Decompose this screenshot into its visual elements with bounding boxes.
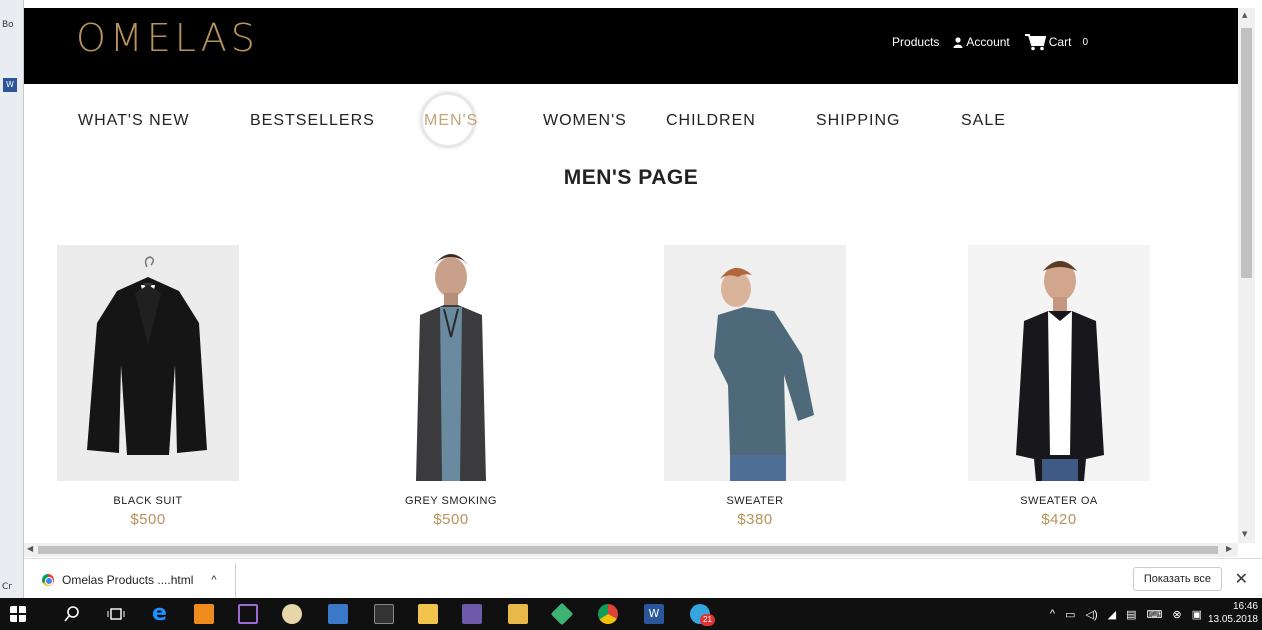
cart-link[interactable]: Cart 0 [1024, 33, 1088, 51]
archive-icon[interactable] [508, 604, 528, 624]
app-icon[interactable] [462, 604, 482, 624]
product-card[interactable]: GREY SMOKING $500 [360, 245, 542, 528]
word-icon[interactable]: W [644, 604, 664, 624]
product-price: $420 [1041, 511, 1077, 528]
product-name[interactable]: SWEATER OA [968, 495, 1150, 507]
scroll-up-arrow-icon[interactable]: ▲ [1242, 11, 1247, 19]
product-price: $500 [130, 511, 166, 528]
scroll-left-arrow-icon[interactable]: ◀ [27, 544, 33, 553]
clock-time: 16:46 [1232, 601, 1258, 612]
chrome-icon[interactable] [598, 604, 618, 624]
main-nav: WHAT'S NEW BESTSELLERS MEN'S WOMEN'S CHI… [24, 84, 1238, 160]
task-view-icon[interactable] [106, 604, 126, 624]
site-header: OMELAS Products Account Cart 0 [24, 8, 1238, 84]
product-image-black-suit[interactable] [57, 245, 239, 481]
site-logo[interactable]: OMELAS [76, 16, 259, 60]
word-document-icon[interactable]: W [3, 78, 17, 92]
python-icon[interactable] [328, 604, 348, 624]
edge-browser-icon[interactable]: e [152, 603, 172, 625]
desktop-text-fragment: Cr [2, 582, 12, 592]
screen: Bo W Cr OMELAS Products Account Cart 0 W… [0, 0, 1262, 630]
chevron-up-icon[interactable]: ^ [1050, 608, 1055, 620]
keyboard-icon[interactable]: ⌨ [1146, 608, 1162, 621]
eclipse-icon[interactable] [282, 604, 302, 624]
chrome-file-icon [42, 574, 54, 586]
account-label: Account [966, 35, 1010, 49]
sublime-text-icon[interactable] [194, 604, 214, 624]
scroll-down-arrow-icon[interactable]: ▼ [1242, 530, 1247, 538]
windows-start-icon[interactable] [10, 606, 26, 622]
product-image-sweater[interactable] [664, 245, 846, 481]
status-icon[interactable]: ⊗ [1172, 608, 1181, 621]
download-bar: Omelas Products ....html ^ Показать все … [24, 558, 1262, 598]
horizontal-scroll-thumb[interactable] [38, 546, 1218, 554]
network-icon[interactable]: ▭ [1065, 608, 1075, 621]
download-item[interactable]: Omelas Products ....html ^ [28, 563, 236, 597]
product-card[interactable]: SWEATER $380 [664, 245, 846, 528]
nav-bestsellers[interactable]: BESTSELLERS [250, 112, 375, 130]
product-card[interactable]: SWEATER OA $420 [968, 245, 1150, 528]
nav-whats-new[interactable]: WHAT'S NEW [78, 112, 189, 130]
telegram-badge: 21 [700, 614, 715, 626]
search-icon[interactable] [62, 604, 82, 624]
close-icon[interactable]: ✕ [1235, 569, 1248, 588]
download-file-name: Omelas Products ....html [62, 573, 194, 587]
product-image-grey-smoking[interactable] [360, 245, 542, 481]
product-name[interactable]: GREY SMOKING [360, 495, 542, 507]
product-name[interactable]: BLACK SUIT [57, 495, 239, 507]
nav-mens[interactable]: MEN'S [424, 112, 478, 130]
scroll-right-arrow-icon[interactable]: ▶ [1226, 544, 1232, 553]
cart-label: Cart [1048, 35, 1072, 49]
windows-taskbar: e W 21 ^ ▭ ◁) ◢ ▤ ⌨ ⊗ ▣ 16:46 13.05.2018 [0, 598, 1262, 630]
action-center-icon[interactable]: ▣ [1192, 608, 1202, 621]
notification-icon[interactable]: ▤ [1126, 608, 1136, 621]
product-card[interactable]: BLACK SUIT $500 [57, 245, 239, 528]
cart-count-badge: 0 [1082, 36, 1088, 48]
system-tray: ^ ▭ ◁) ◢ ▤ ⌨ ⊗ ▣ [1050, 598, 1202, 630]
volume-icon[interactable]: ◁) [1085, 608, 1097, 621]
wifi-icon[interactable]: ◢ [1108, 608, 1116, 621]
show-all-button[interactable]: Показать все [1132, 567, 1222, 591]
user-icon [953, 36, 963, 48]
product-name[interactable]: SWEATER [664, 495, 846, 507]
vertical-scroll-thumb[interactable] [1241, 28, 1252, 278]
page-title: MEN'S PAGE [563, 166, 699, 189]
nav-sale[interactable]: SALE [961, 112, 1006, 130]
header-links: Products Account Cart 0 [892, 8, 1088, 76]
terminal-icon[interactable] [374, 604, 394, 624]
chevron-up-icon[interactable]: ^ [211, 574, 216, 586]
products-link[interactable]: Products [892, 35, 939, 49]
product-price: $500 [433, 511, 469, 528]
product-price: $380 [737, 511, 773, 528]
nav-shipping[interactable]: SHIPPING [816, 112, 900, 130]
nav-children[interactable]: CHILDREN [666, 112, 756, 130]
account-link[interactable]: Account [953, 35, 1010, 49]
product-image-sweater-oa[interactable] [968, 245, 1150, 481]
clock-date: 13.05.2018 [1207, 614, 1258, 625]
git-icon[interactable] [550, 602, 574, 626]
vertical-scrollbar[interactable]: ▲ ▼ [1238, 8, 1255, 543]
cart-icon [1024, 34, 1046, 51]
products-label: Products [892, 35, 940, 49]
file-explorer-icon[interactable] [418, 604, 438, 624]
nav-womens[interactable]: WOMEN'S [543, 112, 627, 130]
telegram-icon[interactable]: 21 [690, 604, 715, 626]
desktop-text-fragment: Bo [2, 20, 14, 30]
taskbar-clock[interactable]: 16:46 13.05.2018 [1208, 600, 1258, 626]
desktop-edge: Bo W Cr [0, 0, 24, 598]
horizontal-scrollbar[interactable]: ◀ ▶ [24, 543, 1238, 557]
browser-viewport: OMELAS Products Account Cart 0 WHAT'S NE… [24, 8, 1238, 543]
visual-studio-icon[interactable] [238, 604, 258, 624]
